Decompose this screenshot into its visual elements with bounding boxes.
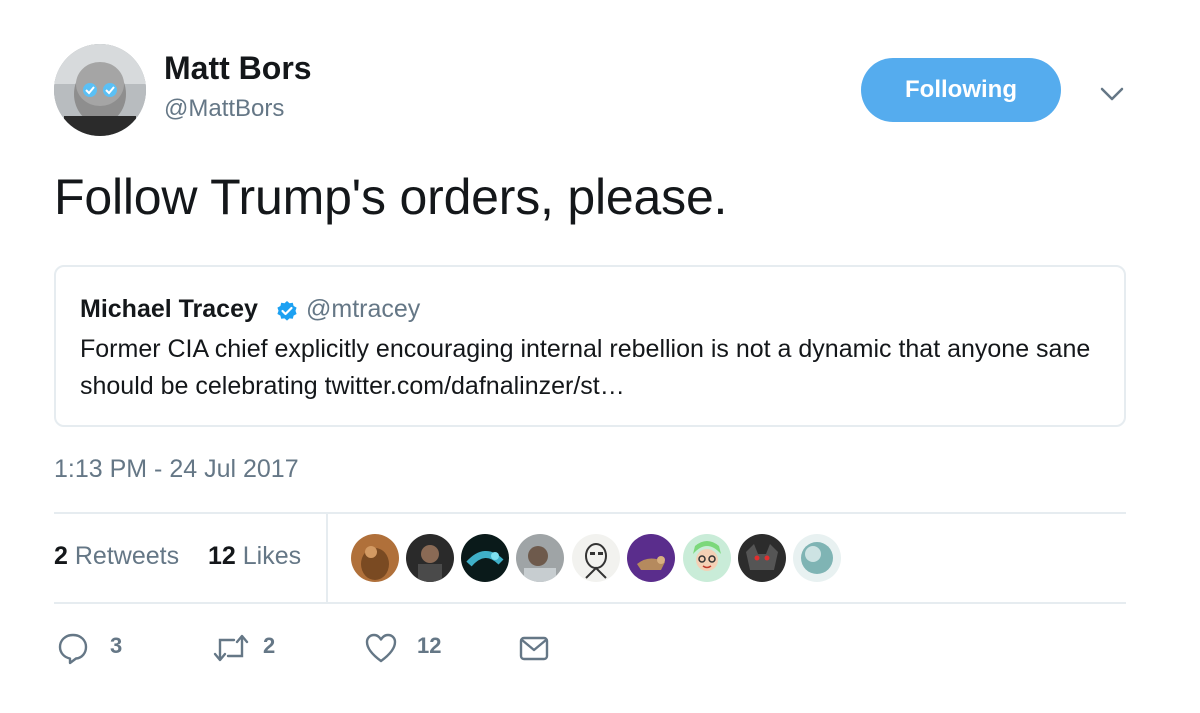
liker-avatar[interactable] [516,534,564,582]
quoted-author-name: Michael Tracey [80,295,258,323]
retweet-count: 2 [263,633,276,658]
author-handle[interactable]: @MattBors [164,95,284,123]
liker-avatar[interactable] [406,534,454,582]
retweets-label: Retweets [74,542,180,570]
quoted-tweet-card[interactable]: Michael Tracey @mtracey Former CIA chief… [54,265,1126,427]
verified-badge-icon [276,300,298,322]
author-avatar[interactable] [54,44,146,136]
tweet-timestamp[interactable]: 1:13 PM - 24 Jul 2017 [54,455,299,484]
liker-avatar[interactable] [351,534,399,582]
liker-avatar[interactable] [461,534,509,582]
chevron-down-icon[interactable] [1096,78,1128,110]
divider [326,513,328,602]
reply-count: 3 [110,633,123,658]
divider [54,602,1126,604]
liker-avatar[interactable] [738,534,786,582]
retweets-count: 2 [54,542,68,570]
likes-count: 12 [208,542,236,570]
author-name[interactable]: Matt Bors [164,50,312,87]
tweet-text: Follow Trump's orders, please. [54,169,728,225]
quoted-author-handle: @mtracey [306,295,421,323]
retweets-stat[interactable]: 2 Retweets [54,542,179,571]
quoted-tweet-text: Former CIA chief explicitly encouraging … [80,335,1091,400]
liker-avatar[interactable] [627,534,675,582]
liker-avatar[interactable] [683,534,731,582]
divider [54,512,1126,514]
liker-avatar[interactable] [793,534,841,582]
following-button[interactable]: Following [861,58,1061,122]
retweet-icon[interactable] [212,631,250,665]
likes-stat[interactable]: 12 Likes [208,542,301,571]
like-count: 12 [417,633,442,658]
envelope-icon[interactable] [517,631,551,665]
likes-label: Likes [242,542,302,570]
heart-icon[interactable] [364,631,398,665]
liker-avatar[interactable] [572,534,620,582]
reply-icon[interactable] [56,631,90,665]
